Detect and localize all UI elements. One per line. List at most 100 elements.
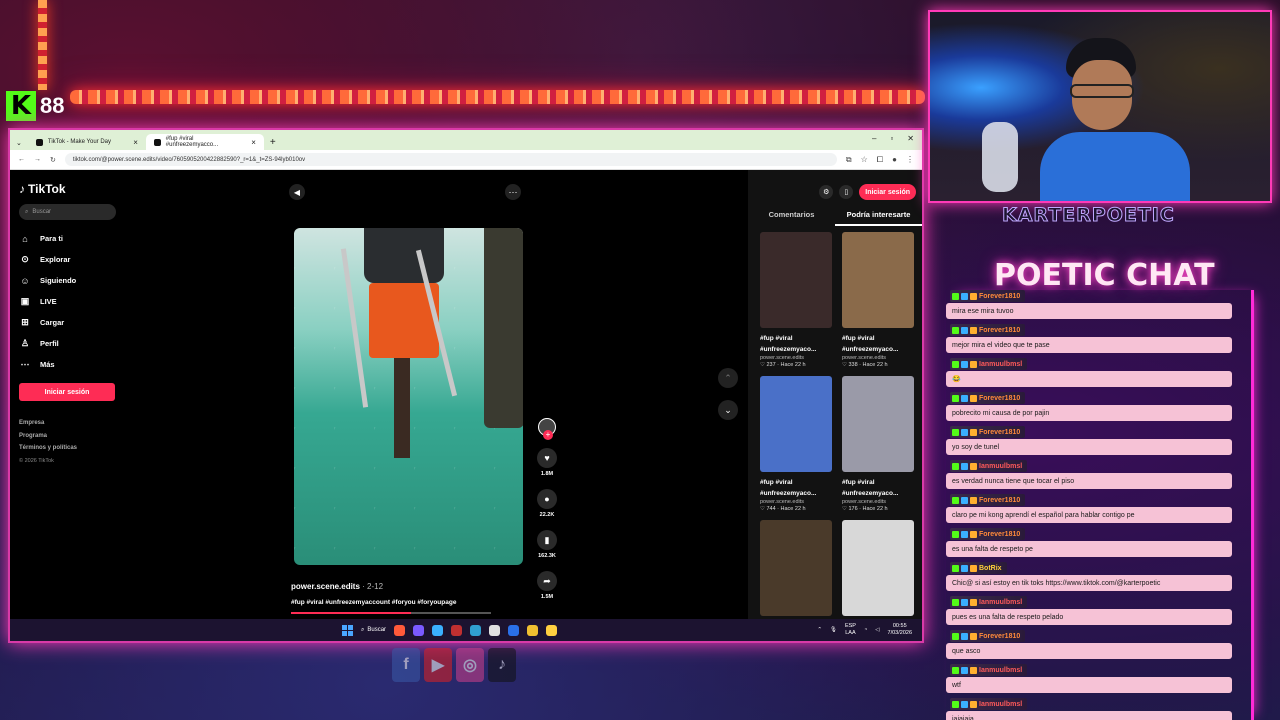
forward-icon[interactable]: → [34,156,41,163]
reload-icon[interactable]: ↻ [50,156,56,164]
profile-avatar-icon[interactable]: ● [892,155,897,165]
video-author[interactable]: power.scene.edits · 2-12 [291,582,383,591]
settings-icon[interactable]: ⚙ [819,185,834,199]
suggested-video-card[interactable]: #fup #viral #unfreezemyaco... power.scene.… [842,376,914,512]
bookmark-star-icon[interactable]: ☆ [861,155,868,165]
volume-icon[interactable]: ◀ [289,184,305,200]
tab-list-icon[interactable]: ⌄ [10,139,28,150]
suggested-video-card[interactable]: #fup #viral #unfreezemyaco... power.scene.… [842,232,914,368]
nav-item[interactable]: ☺ Siguiendo [19,270,116,291]
close-tab-icon[interactable]: × [133,138,138,147]
video-progress-bar[interactable] [291,612,491,614]
mic-icon[interactable]: 🎙 [830,627,837,634]
chat-username-tag[interactable]: Ianmuulbmsl [950,664,1028,676]
nav-item[interactable]: ⋯ Más [19,354,116,375]
more-options-icon[interactable]: ⋯ [505,184,521,200]
install-icon[interactable]: ⧉ [846,155,852,165]
led-light-strip [70,90,925,104]
maximize-icon[interactable]: ▫ [890,134,893,143]
suggested-video-card[interactable]: #fup #viral #unfreezemyaco... power.scene.… [760,376,832,512]
chat-username-tag[interactable]: Ianmuulbmsl [950,358,1028,370]
clock[interactable]: 00:55 7/03/2026 [888,623,912,637]
follow-plus-icon[interactable]: + [543,430,553,440]
chat-message-text: pues es una falta de respeto pelado [946,609,1232,625]
nav-item[interactable]: ♙ Perfil [19,333,116,354]
kick-badge-icon [952,564,959,572]
close-window-icon[interactable]: ✕ [907,134,914,143]
volume-tray-icon[interactable]: ◁ [875,627,879,634]
file-explorer-icon[interactable] [527,624,539,636]
login-button[interactable]: Iniciar sesión [19,383,115,401]
browser-menu-icon[interactable]: ⋮ [906,155,914,165]
chat-username-tag[interactable]: Forever1810 [950,426,1026,438]
language-indicator[interactable]: ESP LAA [845,623,856,637]
chat-username-tag[interactable]: Forever1810 [950,392,1026,404]
footer-link-terms[interactable]: Términos y políticas [19,442,116,455]
streamer-name: KARTERPOETIC [1002,204,1175,227]
video-hashtags[interactable]: #fup #viral #unfreezemyaccount #foryou #… [291,599,456,606]
chat-username-tag[interactable]: Ianmuulbmsl [950,698,1028,710]
author-avatar[interactable]: + [538,418,556,440]
taskbar-app-icon[interactable] [394,624,406,636]
kick-badge-icon [952,530,959,538]
chat-username-tag[interactable]: Forever1810 [950,630,1026,642]
tab-suggested[interactable]: Podría interesarte [835,210,922,226]
suggested-video-card[interactable]: #fup #viral #unfreezemyaco... power.scene.… [760,232,832,368]
chrome-icon[interactable] [432,624,444,636]
window-controls: – ▫ ✕ [872,134,914,143]
nav-item[interactable]: ⊙ Explorar [19,249,116,270]
bookmark-icon[interactable]: ▮ [537,530,557,550]
like-heart-icon[interactable]: ♥ [537,448,557,468]
nav-item[interactable]: ⊞ Cargar [19,312,116,333]
edge-icon[interactable] [508,624,520,636]
new-tab-icon[interactable]: + [264,137,282,150]
footer-link-programa[interactable]: Programa [19,430,116,443]
tiktok-favicon-icon [35,138,43,146]
footer-link-empresa[interactable]: Empresa [19,417,116,430]
panel-login-button[interactable]: Iniciar sesión [859,184,916,200]
store-icon[interactable] [489,624,501,636]
chat-username-tag[interactable]: Ianmuulbmsl [950,596,1028,608]
taskbar-app-icon[interactable] [470,624,482,636]
suggested-video-card[interactable] [842,520,914,621]
nav-item[interactable]: ⌂ Para ti [19,228,116,249]
chat-username-tag[interactable]: Ianmuulbmsl [950,460,1028,472]
minimize-icon[interactable]: – [872,134,876,143]
browser-tab-active[interactable]: #fup #viral #unfreezemyacco... × [145,134,264,150]
suggested-video-card[interactable] [760,520,832,621]
taskbar-search[interactable]: ⌕ Buscar [361,627,386,634]
search-input[interactable]: ⌕ Buscar [19,204,116,220]
back-icon[interactable]: ← [18,156,25,163]
nav-item[interactable]: ▣ LIVE [19,291,116,312]
tray-chevron-icon[interactable]: ⌃ [817,627,822,634]
taskbar-app-icon[interactable] [451,624,463,636]
taskbar-app-icon[interactable] [413,624,425,636]
next-video-icon[interactable]: ⌄ [718,400,738,420]
device-icon[interactable]: ▯ [839,185,854,199]
taskbar-app-icon[interactable] [546,624,558,636]
subscriber-badge-icon [961,292,968,300]
comment-icon[interactable]: ● [537,489,557,509]
chat-username-tag[interactable]: Forever1810 [950,324,1026,336]
windows-start-icon[interactable] [342,624,353,636]
chat-message: Forever1810 claro pe mi kong aprendí el e… [946,494,1251,527]
share-arrow-icon[interactable]: ➦ [537,571,557,591]
upload-icon: ⊞ [21,317,29,327]
streamer-camera [1040,32,1190,201]
previous-video-icon[interactable]: ⌃ [718,368,738,388]
extensions-icon[interactable]: ⧠ [877,155,883,165]
network-icon[interactable]: ◔ [864,627,867,634]
chat-username-tag[interactable]: Forever1810 [950,494,1026,506]
chat-username-tag[interactable]: Forever1810 [950,528,1026,540]
windows-taskbar: ⌕ Buscar ⌃ 🎙 ESP LAA ◔ ◁ 00:55 7/03/2026 [10,619,922,641]
tab-comments[interactable]: Comentarios [748,210,835,226]
chat-username-tag[interactable]: BotRix [950,562,1007,574]
tiktok-logo[interactable]: ♪ TikTok [19,182,116,196]
close-tab-icon[interactable]: × [251,138,256,147]
chat-message-text: mejor mira el video que te pase [946,337,1232,353]
tiktok-favicon-icon [153,138,161,146]
video-player[interactable] [294,228,523,565]
url-field[interactable]: tiktok.com/@power.scene.edits/video/7605… [64,153,837,166]
chat-username-tag[interactable]: Forever1810 [950,290,1026,302]
browser-tab[interactable]: TikTok - Make Your Day × [28,134,146,150]
